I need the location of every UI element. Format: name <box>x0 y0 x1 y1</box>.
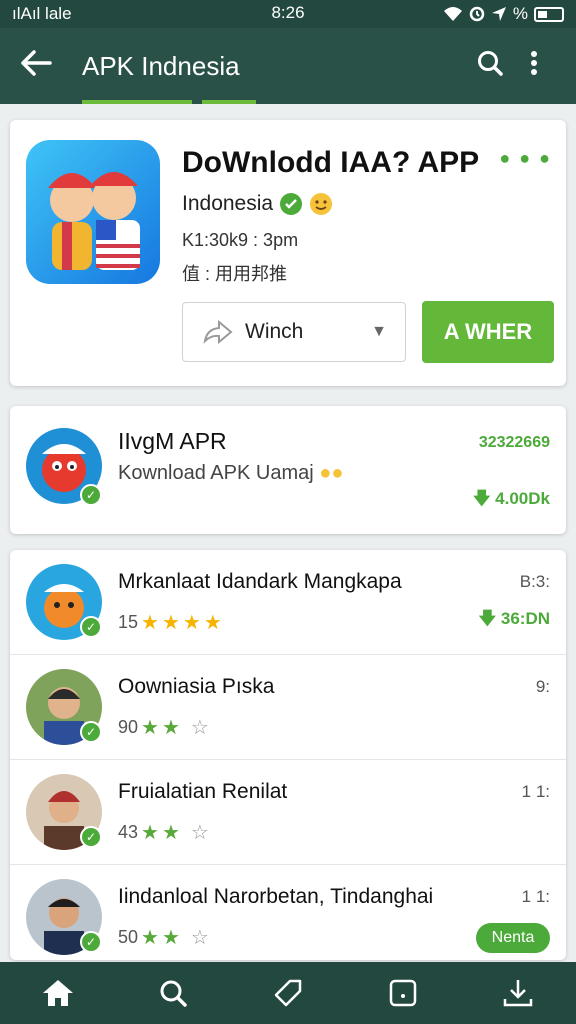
status-icons: % <box>443 4 564 24</box>
star-outline-icon: ☆ <box>190 927 209 949</box>
list-item[interactable]: ✓ Oowniasia Pıska 90 ★ ★ ☆ 9: <box>10 655 566 760</box>
more-options-icon[interactable]: ● ● ● <box>499 148 552 169</box>
carrier-label: ılAıl lale <box>12 4 72 23</box>
rating-value: 15 <box>118 612 139 632</box>
list-item-meta: 1 1: <box>521 782 550 801</box>
nav-downloads[interactable] <box>488 969 548 1017</box>
star-icon: ★ <box>141 822 159 844</box>
star-icon: ★ <box>141 927 159 949</box>
star-icon: ★ <box>203 612 222 634</box>
box-icon <box>389 979 417 1007</box>
share-icon <box>203 319 233 345</box>
rating: 50 ★ ★ ☆ <box>118 925 209 950</box>
verified-badge-icon: ✓ <box>80 484 102 506</box>
list-item-meta: B:3: <box>519 572 550 591</box>
list-item-title: Fruialatian Renilat <box>118 780 288 803</box>
share-dropdown-label: Winch <box>245 320 304 343</box>
star-icon: ★ <box>161 612 180 634</box>
rating-value: 43 <box>118 822 139 842</box>
battery-percent: % <box>512 4 528 23</box>
hero-app-card[interactable]: DoWnlodd IAA? APP ● ● ● Indonesia K1:30k… <box>10 120 566 386</box>
featured-downloads-value: 4.00Dk <box>495 489 550 508</box>
featured-subtitle-text: Kownload APK Uamaj <box>118 462 314 484</box>
nav-search[interactable] <box>143 969 203 1017</box>
publisher-label: Indonesia <box>182 192 274 215</box>
nav-updates[interactable] <box>373 969 433 1017</box>
star-icon: ★ <box>161 822 180 844</box>
download-icon <box>504 980 533 1007</box>
verified-badge-icon: ✓ <box>80 616 102 638</box>
rating: 15 ★ ★ ★ ★ <box>118 610 222 635</box>
list-item-meta: 1 1: <box>521 887 550 906</box>
caret-down-icon: ▼ <box>371 323 387 340</box>
install-button[interactable]: A WHER <box>422 301 554 363</box>
share-dropdown-button[interactable]: Winch ▼ <box>182 302 406 362</box>
more-vert-icon[interactable] <box>512 49 556 84</box>
app-list: ✓ Mrkanlaat Idandark Mangkapa 15 ★ ★ ★ ★ B:… <box>10 550 566 960</box>
star-icon: ★ <box>141 612 159 634</box>
star-icon: ★ <box>182 612 201 634</box>
nav-tags[interactable] <box>258 969 318 1017</box>
app-meta-secondary: 值 : 用用邦推 <box>182 264 288 284</box>
list-item-downloads: 🡇 36:DN <box>479 606 550 635</box>
rating: 43 ★ ★ ☆ <box>118 820 209 845</box>
verified-icon <box>280 193 303 215</box>
list-item[interactable]: ✓ Fruialatian Renilat 43 ★ ★ ☆ 1 1: <box>10 760 566 865</box>
featured-subtitle: Kownload APK Uamaj ●● <box>118 462 343 485</box>
featured-downloads: 🡇 4.00Dk <box>473 486 550 515</box>
list-item[interactable]: ✓ Mrkanlaat Idandark Mangkapa 15 ★ ★ ★ ★ B:… <box>10 550 566 655</box>
search-icon <box>160 980 187 1007</box>
home-icon <box>42 980 73 1006</box>
list-item-title: Oowniasia Pıska <box>118 675 275 698</box>
battery-icon <box>534 6 564 22</box>
download-arrow-icon: 🡇 <box>472 489 496 508</box>
nav-home[interactable] <box>28 969 88 1017</box>
rating-value: 90 <box>118 717 139 737</box>
list-item-title: Iindanloal Narorbetan, Tindanghai <box>118 885 434 908</box>
app-icon <box>26 140 160 284</box>
star-outline-icon: ☆ <box>190 717 209 739</box>
app-bar: APK Indnesia <box>0 28 576 104</box>
featured-title: IIvgM APR <box>118 428 227 454</box>
new-badge[interactable]: Nenta <box>476 923 550 953</box>
star-icon: ★ <box>161 927 180 949</box>
location-icon <box>491 7 506 21</box>
featured-app-card[interactable]: ✓ IIvgM APR Kownload APK Uamaj ●● 323226… <box>10 406 566 534</box>
featured-count: 32322669 <box>478 434 550 451</box>
verified-badge-icon: ✓ <box>80 931 102 953</box>
app-title: DoWnlodd IAA? APP <box>182 146 480 179</box>
back-arrow-icon[interactable] <box>20 47 70 86</box>
tag-icon <box>274 979 302 1007</box>
list-item-title: Mrkanlaat Idandark Mangkapa <box>118 570 402 593</box>
tab-indicator <box>82 100 192 104</box>
app-meta: K1:30k9 : 3pm <box>182 230 299 250</box>
star-icon: ★ <box>141 717 159 739</box>
list-item-meta: 9: <box>535 677 550 696</box>
alarm-icon <box>469 6 485 22</box>
list-item-downloads-value: 36:DN <box>500 609 550 628</box>
verified-badge-icon: ✓ <box>80 826 102 848</box>
download-arrow-icon: 🡇 <box>478 609 501 628</box>
star-outline-icon: ☆ <box>190 822 209 844</box>
rating: 90 ★ ★ ☆ <box>118 715 209 740</box>
emoji-icon: ●● <box>319 462 344 484</box>
rating-value: 50 <box>118 927 139 947</box>
verified-badge-icon: ✓ <box>80 721 102 743</box>
search-icon[interactable] <box>468 49 512 84</box>
star-icon: ★ <box>161 717 180 739</box>
app-publisher: Indonesia <box>182 192 333 216</box>
tab-indicator <box>202 100 256 104</box>
list-item[interactable]: ✓ Iindanloal Narorbetan, Tindanghai 50 ★… <box>10 865 566 970</box>
bottom-nav <box>0 962 576 1024</box>
status-bar: ılAıl lale 8:26 % <box>0 0 576 28</box>
page-title: APK Indnesia <box>82 50 240 81</box>
wifi-icon <box>443 7 462 21</box>
emoji-icon <box>310 193 333 215</box>
